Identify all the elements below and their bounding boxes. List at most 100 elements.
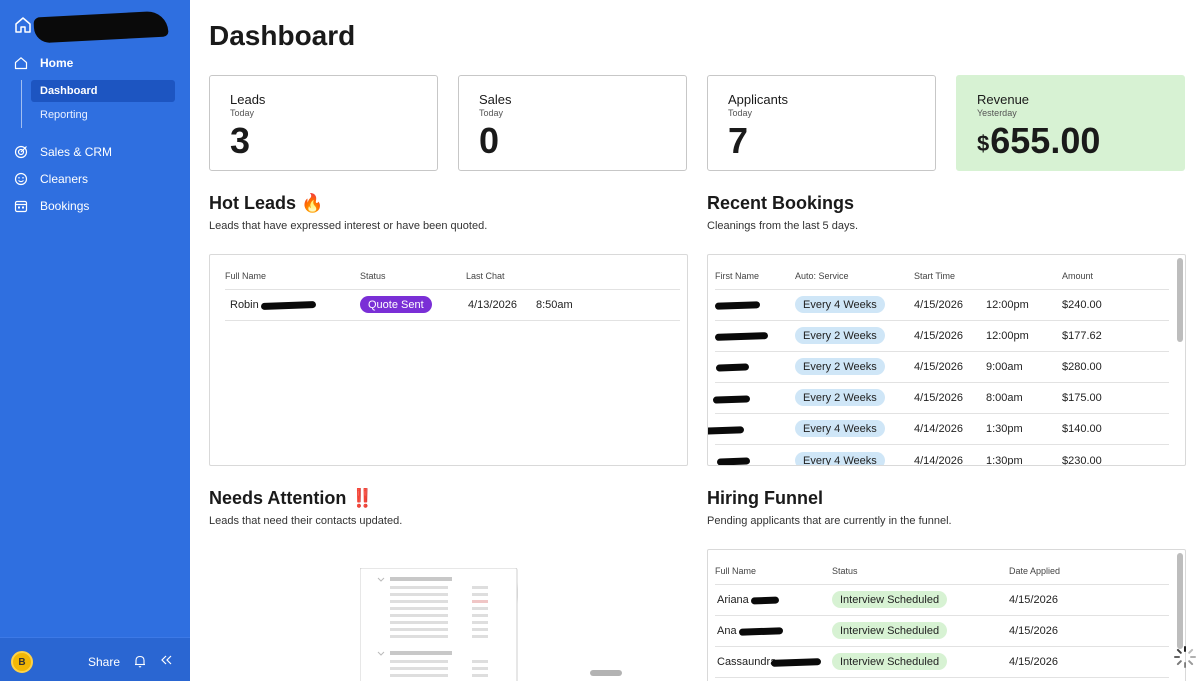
sidebar-item-sales-crm[interactable]: Sales & CRM <box>0 139 190 165</box>
column-header-amount[interactable]: Amount <box>1062 271 1093 281</box>
sidebar-item-bookings[interactable]: Bookings <box>0 193 190 219</box>
column-header-date-applied[interactable]: Date Applied <box>1009 566 1060 576</box>
stat-value: $655.00 <box>977 120 1100 162</box>
date-applied: 4/15/2026 <box>1009 594 1058 606</box>
last-chat-time: 8:50am <box>536 299 573 311</box>
booking-amount: $230.00 <box>1062 455 1102 466</box>
divider <box>225 289 680 290</box>
column-header-start-time[interactable]: Start Time <box>914 271 955 281</box>
scrollbar-thumb[interactable] <box>1177 258 1183 342</box>
sidebar-item-label: Sales & CRM <box>40 145 113 159</box>
redaction-mark <box>714 332 769 341</box>
column-header-status[interactable]: Status <box>360 271 386 281</box>
divider <box>715 289 1169 290</box>
stat-subtitle: Today <box>728 108 753 118</box>
empty-state-illustration <box>360 568 518 681</box>
share-button[interactable]: Share <box>88 655 120 669</box>
home-icon[interactable] <box>14 16 32 34</box>
status-badge: Interview Scheduled <box>832 622 948 639</box>
carousel-indicator <box>590 670 622 676</box>
booking-date: 4/14/2026 <box>914 455 963 466</box>
redaction-mark <box>260 301 317 310</box>
booking-time: 1:30pm <box>986 423 1023 435</box>
sidebar-item-home[interactable]: Home <box>0 50 190 76</box>
service-badge: Every 2 Weeks <box>795 327 885 344</box>
applicant-name: Ariana <box>717 594 749 606</box>
avatar[interactable]: B <box>11 651 33 673</box>
redaction-mark <box>714 301 761 310</box>
divider <box>715 444 1169 445</box>
redaction-mark <box>708 426 745 435</box>
divider <box>715 320 1169 321</box>
stat-value: 7 <box>728 120 749 161</box>
column-header-full-name[interactable]: Full Name <box>225 271 266 281</box>
booking-time: 9:00am <box>986 361 1023 373</box>
needs-attention-title: Needs Attention ‼️ <box>209 488 374 508</box>
scrollbar-thumb[interactable] <box>1177 553 1183 649</box>
booking-date: 4/15/2026 <box>914 361 963 373</box>
bell-icon[interactable] <box>134 655 146 668</box>
booking-time: 12:00pm <box>986 299 1029 311</box>
date-applied: 4/15/2026 <box>1009 656 1058 668</box>
stat-card-leads: Leads Today 3 <box>209 75 438 171</box>
booking-date: 4/14/2026 <box>914 423 963 435</box>
service-badge: Every 2 Weeks <box>795 358 885 375</box>
hot-leads-subtitle: Leads that have expressed interest or ha… <box>209 220 488 232</box>
sidebar-subitem-reporting[interactable]: Reporting <box>31 104 175 126</box>
stat-value: 3 <box>230 120 251 161</box>
divider <box>715 584 1169 585</box>
stat-subtitle: Yesterday <box>977 108 1017 118</box>
sidebar-item-label: Cleaners <box>40 172 89 186</box>
smiley-icon <box>14 172 28 186</box>
hot-leads-table: Full Name Status Last Chat Robin Quote S… <box>209 254 688 466</box>
stat-card-revenue: Revenue Yesterday $655.00 <box>956 75 1185 171</box>
column-header-full-name[interactable]: Full Name <box>715 566 756 576</box>
last-chat-date: 4/13/2026 <box>468 299 517 311</box>
service-badge: Every 2 Weeks <box>795 389 885 406</box>
workspace-name-redacted[interactable] <box>33 10 169 44</box>
column-header-status[interactable]: Status <box>832 566 858 576</box>
sidebar-item-cleaners[interactable]: Cleaners <box>0 166 190 192</box>
redaction-mark <box>738 627 784 636</box>
sidebar-footer: B Share <box>0 637 190 681</box>
divider <box>715 382 1169 383</box>
stat-card-sales: Sales Today 0 <box>458 75 687 171</box>
recent-bookings-table[interactable]: First Name Auto: Service Start Time Amou… <box>707 254 1186 466</box>
divider <box>715 351 1169 352</box>
column-header-last-chat[interactable]: Last Chat <box>466 271 505 281</box>
sidebar-item-label: Bookings <box>40 199 90 213</box>
booking-amount: $175.00 <box>1062 392 1102 404</box>
service-badge: Every 4 Weeks <box>795 420 885 437</box>
hiring-funnel-subtitle: Pending applicants that are currently in… <box>707 515 952 527</box>
booking-date: 4/15/2026 <box>914 392 963 404</box>
booking-date: 4/15/2026 <box>914 299 963 311</box>
redaction-mark <box>716 457 751 465</box>
redaction-mark <box>712 395 751 404</box>
divider <box>715 677 1169 678</box>
column-header-first-name[interactable]: First Name <box>715 271 759 281</box>
hiring-funnel-table[interactable]: Full Name Status Date Applied Ariana Int… <box>707 549 1186 681</box>
revenue-amount: 655.00 <box>990 120 1101 161</box>
booking-time: 1:30pm <box>986 455 1023 466</box>
recent-bookings-subtitle: Cleanings from the last 5 days. <box>707 220 859 232</box>
status-badge: Quote Sent <box>360 296 432 313</box>
collapse-sidebar-icon[interactable] <box>160 654 172 666</box>
divider <box>715 615 1169 616</box>
hiring-funnel-title: Hiring Funnel <box>707 488 823 508</box>
divider <box>715 646 1169 647</box>
target-icon <box>14 145 28 159</box>
calendar-icon <box>14 200 28 213</box>
column-header-service[interactable]: Auto: Service <box>795 271 849 281</box>
sidebar-subitem-dashboard[interactable]: Dashboard <box>31 80 175 102</box>
divider <box>225 320 680 321</box>
booking-date: 4/15/2026 <box>914 330 963 342</box>
booking-time: 12:00pm <box>986 330 1029 342</box>
service-badge: Every 4 Weeks <box>795 296 885 313</box>
currency-symbol: $ <box>977 131 990 156</box>
needs-attention-subtitle: Leads that need their contacts updated. <box>209 515 403 527</box>
redaction-mark <box>770 658 822 667</box>
status-badge: Interview Scheduled <box>832 591 948 608</box>
stat-value: 0 <box>479 120 500 161</box>
applicant-name: Cassaundra <box>717 656 777 668</box>
date-applied: 4/15/2026 <box>1009 625 1058 637</box>
